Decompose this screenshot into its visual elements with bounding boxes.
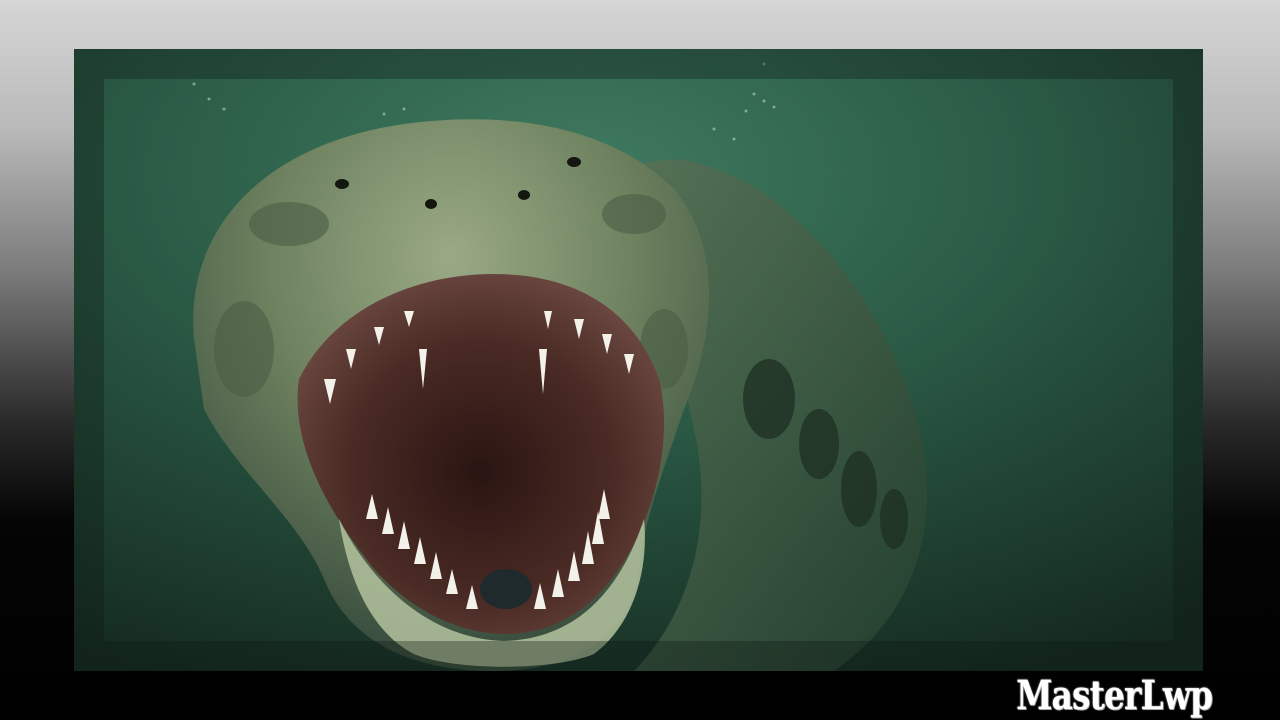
wallpaper-photo [74, 49, 1203, 671]
snake-illustration [74, 49, 1203, 671]
watermark-logo: MasterLwp [1015, 672, 1213, 719]
snake-tongue [480, 569, 532, 609]
